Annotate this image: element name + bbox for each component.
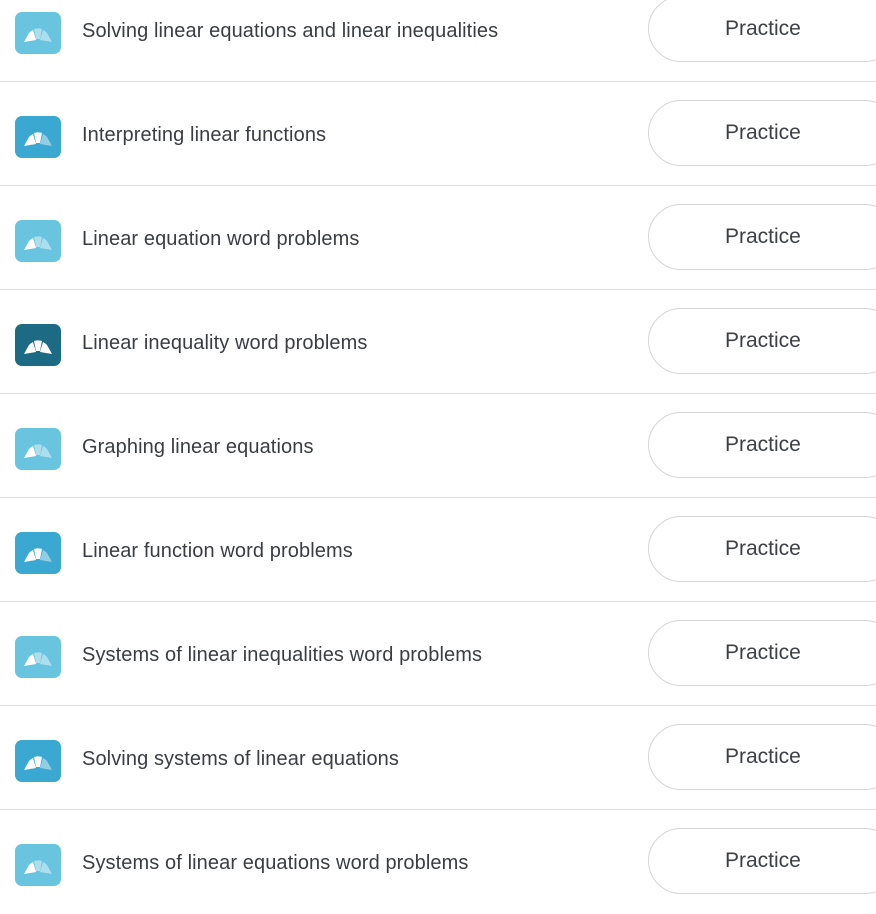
practice-button[interactable]: Practice	[648, 412, 876, 478]
mastery-gauge-icon	[15, 844, 61, 886]
mastery-gauge-icon	[15, 532, 61, 574]
mastery-gauge-icon	[15, 324, 61, 366]
practice-button[interactable]: Practice	[648, 100, 876, 166]
practice-button-label: Practice	[725, 17, 801, 40]
skill-list: Solving linear equations and linear ineq…	[0, 0, 876, 914]
mastery-gauge-icon	[15, 428, 61, 470]
practice-button-label: Practice	[725, 329, 801, 352]
practice-button[interactable]: Practice	[648, 308, 876, 374]
practice-button-label: Practice	[725, 121, 801, 144]
skill-row: Linear equation word problems Practice	[0, 186, 876, 290]
skill-title[interactable]: Systems of linear equations word problem…	[82, 852, 469, 875]
practice-button-label: Practice	[725, 433, 801, 456]
mastery-gauge-icon	[15, 116, 61, 158]
skill-title[interactable]: Linear function word problems	[82, 540, 353, 563]
skill-title[interactable]: Solving systems of linear equations	[82, 748, 399, 771]
skill-title[interactable]: Interpreting linear functions	[82, 124, 326, 147]
skill-title[interactable]: Linear inequality word problems	[82, 332, 367, 355]
skill-title[interactable]: Solving linear equations and linear ineq…	[82, 20, 498, 43]
skill-row: Graphing linear equations Practice	[0, 394, 876, 498]
practice-button[interactable]: Practice	[648, 516, 876, 582]
mastery-gauge-icon	[15, 740, 61, 782]
practice-button[interactable]: Practice	[648, 204, 876, 270]
practice-button-label: Practice	[725, 745, 801, 768]
skill-row: Systems of linear inequalities word prob…	[0, 602, 876, 706]
practice-button-label: Practice	[725, 641, 801, 664]
practice-button[interactable]: Practice	[648, 620, 876, 686]
mastery-gauge-icon	[15, 12, 61, 54]
mastery-gauge-icon	[15, 220, 61, 262]
skill-row: Solving linear equations and linear ineq…	[0, 0, 876, 82]
skill-row: Linear inequality word problems Practice	[0, 290, 876, 394]
skill-row: Linear function word problems Practice	[0, 498, 876, 602]
skill-row: Solving systems of linear equations Prac…	[0, 706, 876, 810]
practice-button[interactable]: Practice	[648, 828, 876, 894]
practice-button-label: Practice	[725, 537, 801, 560]
skill-row: Systems of linear equations word problem…	[0, 810, 876, 914]
practice-button[interactable]: Practice	[648, 724, 876, 790]
skill-title[interactable]: Linear equation word problems	[82, 228, 360, 251]
practice-button[interactable]: Practice	[648, 0, 876, 62]
practice-button-label: Practice	[725, 849, 801, 872]
skill-title[interactable]: Systems of linear inequalities word prob…	[82, 644, 482, 667]
skill-row: Interpreting linear functions Practice	[0, 82, 876, 186]
mastery-gauge-icon	[15, 636, 61, 678]
skill-title[interactable]: Graphing linear equations	[82, 436, 314, 459]
practice-button-label: Practice	[725, 225, 801, 248]
